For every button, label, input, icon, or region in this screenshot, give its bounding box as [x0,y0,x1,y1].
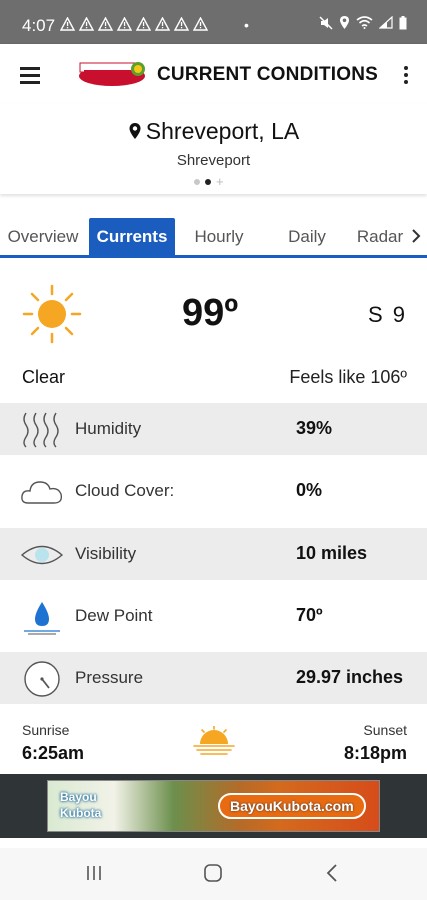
location-city: Shreveport, LA [0,118,427,145]
status-dot: • [244,17,249,33]
detail-row-pressure: Pressure 29.97 inches [0,652,427,704]
detail-value: 29.97 inches [296,667,404,687]
detail-row-humidity: Humidity 39% [0,403,427,455]
cloud-icon [21,481,63,504]
mute-icon [319,15,333,30]
feels-like: Feels like 106º [289,367,407,387]
home-icon[interactable] [201,862,225,884]
location-icon [340,16,349,29]
wifi-icon [356,16,373,29]
signal-icon [379,16,393,29]
detail-value: 70º [296,605,323,625]
battery-icon [399,15,407,29]
pressure-gauge-icon [24,661,60,697]
arklatex-weather-logo [79,62,145,86]
warning-triangle-icon [116,16,133,31]
detail-value: 0% [296,480,323,500]
ad-banner[interactable]: Bayou Kubota BayouKubota.com [47,780,380,832]
humidity-icon [23,412,59,448]
detail-label: Visibility [75,544,137,563]
detail-label: Humidity [75,419,142,438]
warning-triangle-icon [135,16,152,31]
warning-triangle-icon [192,16,209,31]
detail-row-dew-point: Dew Point 70º [0,590,427,642]
warning-triangle-icon [59,16,76,31]
back-icon[interactable] [321,862,345,884]
eye-icon [20,545,64,565]
warning-triangle-icon [173,16,190,31]
detail-value: 10 miles [296,543,368,563]
location-subtitle: Shreveport [176,152,251,169]
tab-hourly[interactable]: Hourly [180,218,258,255]
sunset-value: 8:18pm [343,743,407,763]
sunrise-value: 6:25am [22,743,85,763]
status-time: 4:07 [22,16,56,35]
detail-label: Cloud Cover: [75,481,175,500]
pager-dot-active[interactable] [205,179,211,185]
recent-apps-icon[interactable] [82,862,106,884]
detail-label: Pressure [75,668,144,687]
status-bar: 4:07 • [0,0,427,44]
ad-brand-line1: Bayou [60,790,97,804]
warning-triangle-icon [154,16,171,31]
current-temperature: 99º [182,292,239,334]
status-system-icons [319,15,407,30]
more-vert-icon[interactable] [403,66,409,84]
tab-currents[interactable]: Currents [89,218,175,255]
dew-drop-icon [24,602,60,635]
detail-row-cloud-cover: Cloud Cover: 0% [0,465,427,517]
warning-triangle-icon [78,16,95,31]
system-nav-bar [0,848,427,900]
ad-url[interactable]: BayouKubota.com [218,793,366,819]
location-header[interactable]: Shreveport, LA Shreveport + [0,104,427,194]
sun-icon [22,284,82,344]
tab-radar[interactable]: Radar [350,218,410,255]
tab-daily[interactable]: Daily [268,218,346,255]
add-location-icon[interactable]: + [216,175,224,188]
status-warnings [59,16,209,31]
chevron-right-icon[interactable] [411,228,421,244]
current-wind: S 9 [367,302,407,327]
tab-overview[interactable]: Overview [0,218,86,255]
tab-bar: Overview Currents Hourly Daily Radar [0,218,427,258]
hamburger-icon[interactable] [20,67,40,84]
sunset-label: Sunset [363,722,407,738]
ad-brand: Bayou Kubota [60,789,101,821]
pager-dot[interactable] [194,179,200,185]
sunset-icon [193,726,235,755]
detail-row-visibility: Visibility 10 miles [0,528,427,580]
location-pager[interactable]: + [194,175,224,188]
current-condition: Clear [22,367,66,387]
location-pin-icon [129,123,141,139]
warning-triangle-icon [97,16,114,31]
location-city-text: Shreveport, LA [145,118,300,144]
page-title: CURRENT CONDITIONS [157,64,379,85]
sunrise-label: Sunrise [22,722,70,738]
detail-label: Dew Point [75,606,153,625]
detail-value: 39% [296,418,333,438]
ad-brand-line2: Kubota [60,806,102,820]
app-bar: CURRENT CONDITIONS [0,44,427,104]
